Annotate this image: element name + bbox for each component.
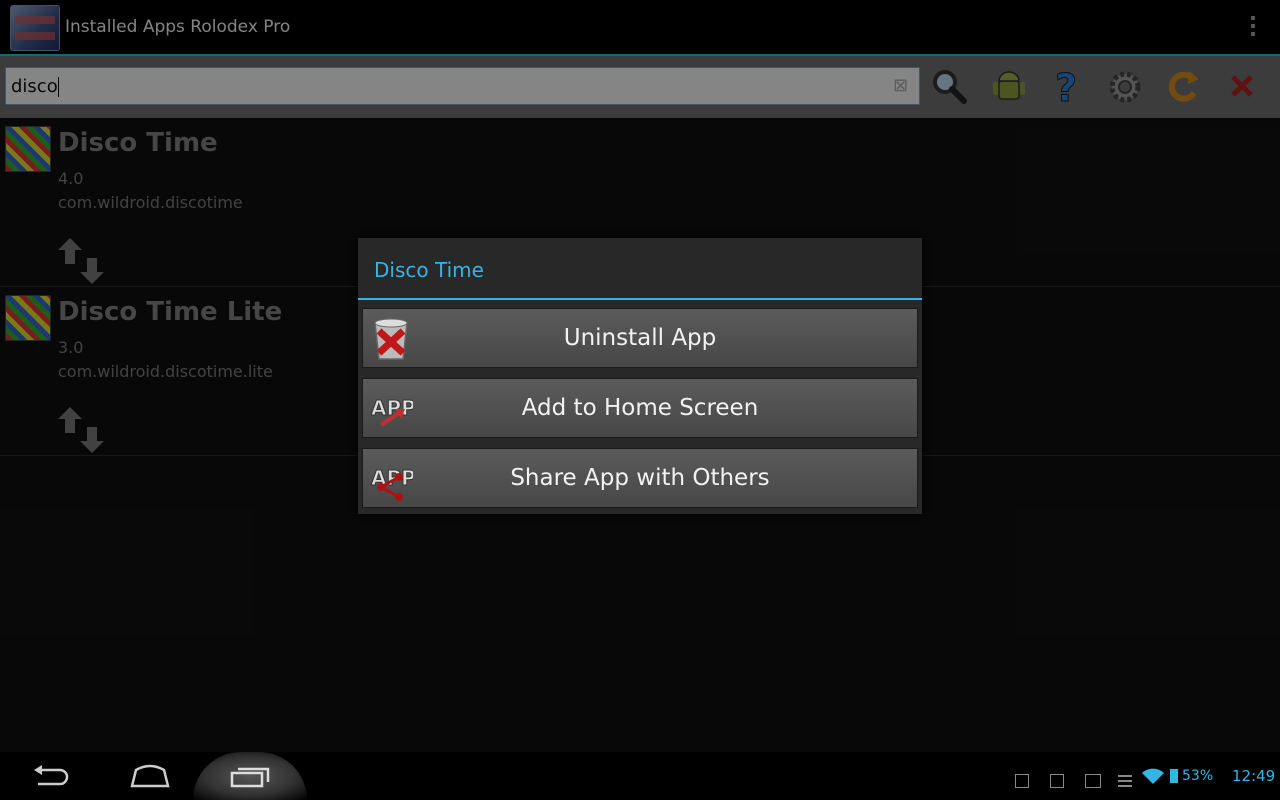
back-icon[interactable] — [30, 764, 70, 788]
home-icon[interactable] — [130, 764, 170, 788]
app-shortcut-icon: APP — [371, 396, 413, 427]
image-notification-icon[interactable] — [1085, 774, 1101, 788]
notification-icon[interactable] — [1050, 774, 1064, 788]
clock: 12:49 — [1232, 767, 1276, 785]
add-to-home-screen-label: Add to Home Screen — [521, 395, 759, 421]
add-to-home-screen-button[interactable]: APP Add to Home Screen — [362, 378, 918, 438]
recent-apps-icon[interactable] — [230, 766, 270, 788]
share-app-label: Share App with Others — [510, 465, 770, 491]
share-icon: APP — [371, 466, 413, 501]
dialog-title: Disco Time — [358, 238, 922, 300]
app-actions-dialog: Disco Time Uninstall App APP Add to Home… — [358, 238, 922, 514]
share-app-button[interactable]: APP Share App with Others — [362, 448, 918, 508]
uninstall-app-button[interactable]: Uninstall App — [362, 308, 918, 368]
notification-icon[interactable] — [1015, 774, 1029, 788]
system-nav-bar: 53% 12:49 — [0, 752, 1280, 800]
sync-icon — [1118, 775, 1132, 787]
trash-delete-icon — [374, 318, 408, 360]
uninstall-app-label: Uninstall App — [563, 325, 717, 351]
wifi-icon — [1142, 768, 1164, 784]
battery-icon — [1170, 769, 1178, 783]
battery-percent: 53% — [1182, 768, 1214, 784]
